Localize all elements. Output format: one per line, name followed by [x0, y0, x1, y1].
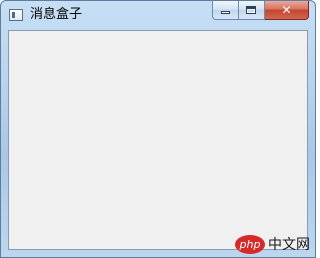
caption-buttons: ✕ — [212, 1, 309, 20]
maximize-icon — [246, 6, 256, 14]
title-bar[interactable]: 消息盒子 ✕ — [1, 1, 315, 29]
php-logo: php — [235, 234, 265, 254]
watermark: php 中文网 — [235, 234, 310, 254]
close-icon: ✕ — [281, 3, 292, 17]
minimize-button[interactable] — [212, 1, 239, 20]
watermark-text: 中文网 — [268, 237, 310, 253]
window-title: 消息盒子 — [30, 7, 83, 22]
app-window-icon[interactable] — [9, 9, 23, 21]
maximize-button[interactable] — [239, 1, 265, 20]
minimize-icon — [221, 11, 230, 14]
close-button[interactable]: ✕ — [265, 1, 309, 20]
client-area — [8, 30, 308, 250]
dialog-window: 消息盒子 ✕ — [0, 0, 316, 258]
